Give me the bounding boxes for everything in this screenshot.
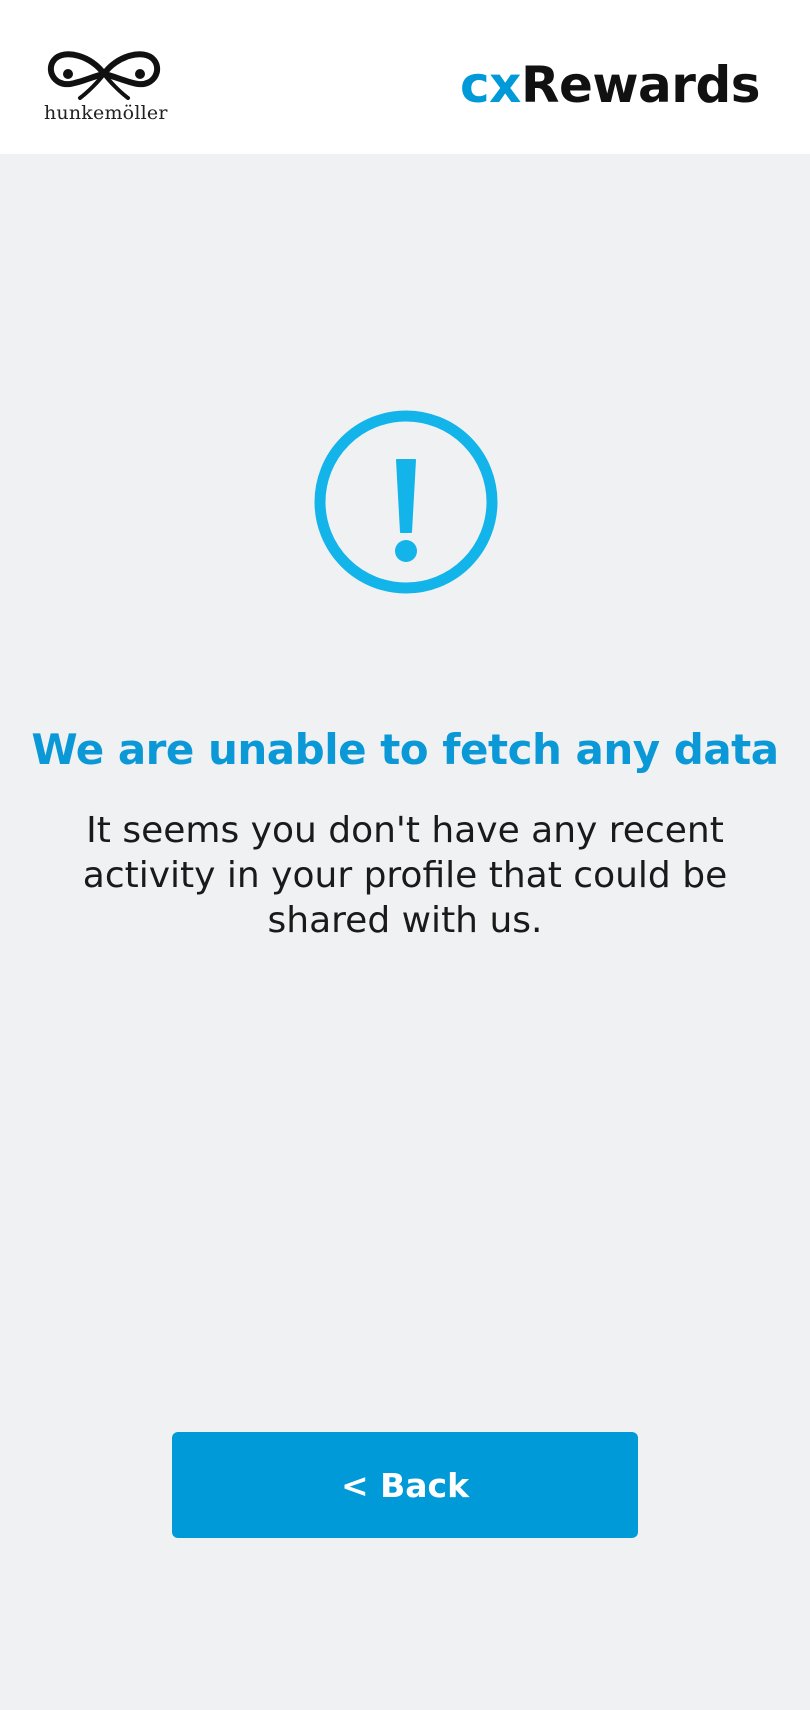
- brand-name: hunkemöller: [44, 102, 168, 124]
- app-title-prefix: cx: [460, 56, 521, 114]
- app-title-suffix: Rewards: [520, 56, 761, 114]
- exclamation-circle-icon: [314, 410, 498, 594]
- bow-icon: [47, 51, 161, 100]
- error-message: It seems you don't have any recent activ…: [82, 810, 728, 941]
- back-button[interactable]: < Back: [172, 1432, 638, 1538]
- app-title: cxRewards: [460, 50, 760, 120]
- error-title: We are unable to fetch any data: [31, 725, 779, 774]
- app-header: hunkemöller cxRewards: [0, 0, 810, 154]
- hunkemoller-logo[interactable]: hunkemöller: [44, 44, 168, 130]
